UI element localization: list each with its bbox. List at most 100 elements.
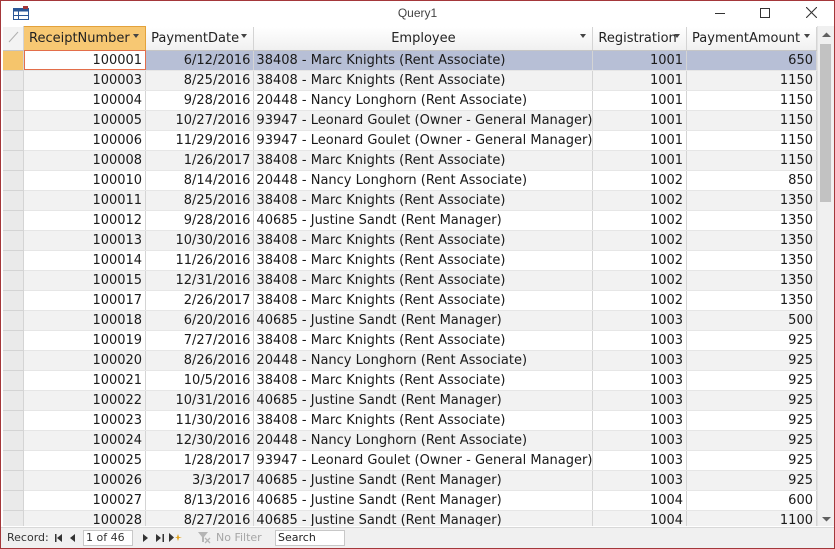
column-header-employee[interactable]: Employee: [253, 26, 594, 51]
cell-employee[interactable]: 38408 - Marc Knights (Rent Associate): [253, 250, 594, 271]
column-header-registration[interactable]: Registration: [592, 26, 688, 51]
cell-receipt-number[interactable]: 100027: [23, 490, 147, 511]
cell-receipt-number[interactable]: 100011: [23, 190, 147, 211]
cell-employee[interactable]: 38408 - Marc Knights (Rent Associate): [253, 190, 594, 211]
cell-payment-amount[interactable]: 925: [686, 370, 817, 391]
cell-employee[interactable]: 40685 - Justine Sandt (Rent Manager): [253, 210, 594, 231]
table-row[interactable]: 100008 1/26/2017 38408 - Marc Knights (Ren…: [3, 150, 817, 171]
cell-receipt-number[interactable]: 100021: [23, 370, 147, 391]
cell-receipt-number[interactable]: 100008: [23, 150, 147, 171]
cell-registration[interactable]: 1002: [592, 190, 688, 211]
cell-payment-date[interactable]: 8/13/2016: [145, 490, 255, 511]
cell-payment-date[interactable]: 1/26/2017: [145, 150, 255, 171]
table-row[interactable]: 100004 9/28/2016 20448 - Nancy Longhorn (R…: [3, 90, 817, 111]
row-selector[interactable]: [3, 510, 24, 526]
cell-receipt-number[interactable]: 100004: [23, 90, 147, 111]
cell-registration[interactable]: 1001: [592, 150, 688, 171]
cell-payment-amount[interactable]: 1350: [686, 250, 817, 271]
table-row[interactable]: 100021 10/5/2016 38408 - Marc Knights (Ren…: [3, 370, 817, 391]
cell-employee[interactable]: 40685 - Justine Sandt (Rent Manager): [253, 390, 594, 411]
table-row[interactable]: 100020 8/26/2016 20448 - Nancy Longhorn (R…: [3, 350, 817, 371]
cell-payment-date[interactable]: 6/20/2016: [145, 310, 255, 331]
chevron-down-icon[interactable]: [804, 33, 810, 38]
cell-receipt-number[interactable]: 100028: [23, 510, 147, 526]
row-selector[interactable]: [3, 350, 24, 371]
cell-payment-date[interactable]: 1/28/2017: [145, 450, 255, 471]
cell-payment-date[interactable]: 3/3/2017: [145, 470, 255, 491]
vertical-scrollbar[interactable]: [817, 26, 834, 526]
cell-payment-date[interactable]: 11/30/2016: [145, 410, 255, 431]
row-selector[interactable]: [3, 290, 24, 311]
table-row[interactable]: 100026 3/3/2017 40685 - Justine Sandt (Ren…: [3, 470, 817, 491]
row-selector[interactable]: [3, 410, 24, 431]
cell-payment-amount[interactable]: 1150: [686, 90, 817, 111]
table-row[interactable]: 100001 6/12/2016 38408 - Marc Knights (Ren…: [3, 50, 817, 71]
row-selector[interactable]: [3, 370, 24, 391]
cell-payment-amount[interactable]: 500: [686, 310, 817, 331]
cell-payment-amount[interactable]: 1150: [686, 150, 817, 171]
cell-payment-amount[interactable]: 925: [686, 470, 817, 491]
row-selector[interactable]: [3, 210, 24, 231]
table-row[interactable]: 100018 6/20/2016 40685 - Justine Sandt (Re…: [3, 310, 817, 331]
row-selector[interactable]: [3, 190, 24, 211]
cell-employee[interactable]: 38408 - Marc Knights (Rent Associate): [253, 230, 594, 251]
cell-registration[interactable]: 1002: [592, 250, 688, 271]
cell-registration[interactable]: 1003: [592, 430, 688, 451]
table-row[interactable]: 100006 11/29/2016 93947 - Leonard Goulet (…: [3, 130, 817, 151]
row-selector[interactable]: [3, 130, 24, 151]
row-selector[interactable]: [3, 110, 24, 131]
table-row[interactable]: 100011 8/25/2016 38408 - Marc Knights (Ren…: [3, 190, 817, 211]
cell-employee[interactable]: 40685 - Justine Sandt (Rent Manager): [253, 310, 594, 331]
scroll-thumb[interactable]: [820, 44, 831, 202]
table-row[interactable]: 100028 8/27/2016 40685 - Justine Sandt (Re…: [3, 510, 817, 526]
table-row[interactable]: 100015 12/31/2016 38408 - Marc Knights (Re…: [3, 270, 817, 291]
cell-receipt-number[interactable]: 100006: [23, 130, 147, 151]
cell-employee[interactable]: 38408 - Marc Knights (Rent Associate): [253, 370, 594, 391]
cell-receipt-number[interactable]: 100019: [23, 330, 147, 351]
column-header-payment-amount[interactable]: PaymentAmount: [686, 26, 817, 51]
cell-payment-date[interactable]: 11/29/2016: [145, 130, 255, 151]
scroll-up-button[interactable]: [818, 26, 834, 42]
cell-registration[interactable]: 1002: [592, 230, 688, 251]
cell-receipt-number[interactable]: 100013: [23, 230, 147, 251]
cell-payment-amount[interactable]: 925: [686, 410, 817, 431]
cell-receipt-number[interactable]: 100017: [23, 290, 147, 311]
cell-payment-amount[interactable]: 600: [686, 490, 817, 511]
cell-registration[interactable]: 1003: [592, 470, 688, 491]
row-selector[interactable]: [3, 170, 24, 191]
cell-receipt-number[interactable]: 100012: [23, 210, 147, 231]
cell-employee[interactable]: 38408 - Marc Knights (Rent Associate): [253, 70, 594, 91]
cell-payment-date[interactable]: 10/30/2016: [145, 230, 255, 251]
table-row[interactable]: 100014 11/26/2016 38408 - Marc Knights (Re…: [3, 250, 817, 271]
cell-payment-amount[interactable]: 925: [686, 350, 817, 371]
cell-payment-amount[interactable]: 1350: [686, 190, 817, 211]
cell-receipt-number[interactable]: 100020: [23, 350, 147, 371]
first-record-button[interactable]: [53, 531, 65, 545]
table-row[interactable]: 100003 8/25/2016 38408 - Marc Knights (Ren…: [3, 70, 817, 91]
cell-payment-date[interactable]: 8/25/2016: [145, 190, 255, 211]
cell-payment-date[interactable]: 10/5/2016: [145, 370, 255, 391]
row-selector[interactable]: [3, 470, 24, 491]
cell-payment-amount[interactable]: 1350: [686, 210, 817, 231]
cell-registration[interactable]: 1003: [592, 370, 688, 391]
cell-employee[interactable]: 93947 - Leonard Goulet (Owner - General …: [253, 450, 594, 471]
row-selector[interactable]: [3, 450, 24, 471]
column-header-payment-date[interactable]: PaymentDate: [145, 26, 255, 51]
cell-employee[interactable]: 38408 - Marc Knights (Rent Associate): [253, 410, 594, 431]
cell-registration[interactable]: 1003: [592, 310, 688, 331]
cell-payment-amount[interactable]: 1350: [686, 290, 817, 311]
cell-employee[interactable]: 38408 - Marc Knights (Rent Associate): [253, 330, 594, 351]
chevron-down-icon[interactable]: [580, 33, 587, 38]
table-row[interactable]: 100017 2/26/2017 38408 - Marc Knights (Ren…: [3, 290, 817, 311]
cell-registration[interactable]: 1001: [592, 130, 688, 151]
cell-receipt-number[interactable]: 100024: [23, 430, 147, 451]
cell-employee[interactable]: 93947 - Leonard Goulet (Owner - General …: [253, 110, 594, 131]
cell-payment-date[interactable]: 6/12/2016: [145, 50, 255, 71]
cell-receipt-number[interactable]: 100001: [23, 50, 147, 71]
cell-registration[interactable]: 1002: [592, 210, 688, 231]
table-row[interactable]: 100025 1/28/2017 93947 - Leonard Goulet (O…: [3, 450, 817, 471]
row-selector[interactable]: [3, 90, 24, 111]
row-selector[interactable]: [3, 250, 24, 271]
cell-payment-amount[interactable]: 1350: [686, 270, 817, 291]
row-selector[interactable]: [3, 230, 24, 251]
